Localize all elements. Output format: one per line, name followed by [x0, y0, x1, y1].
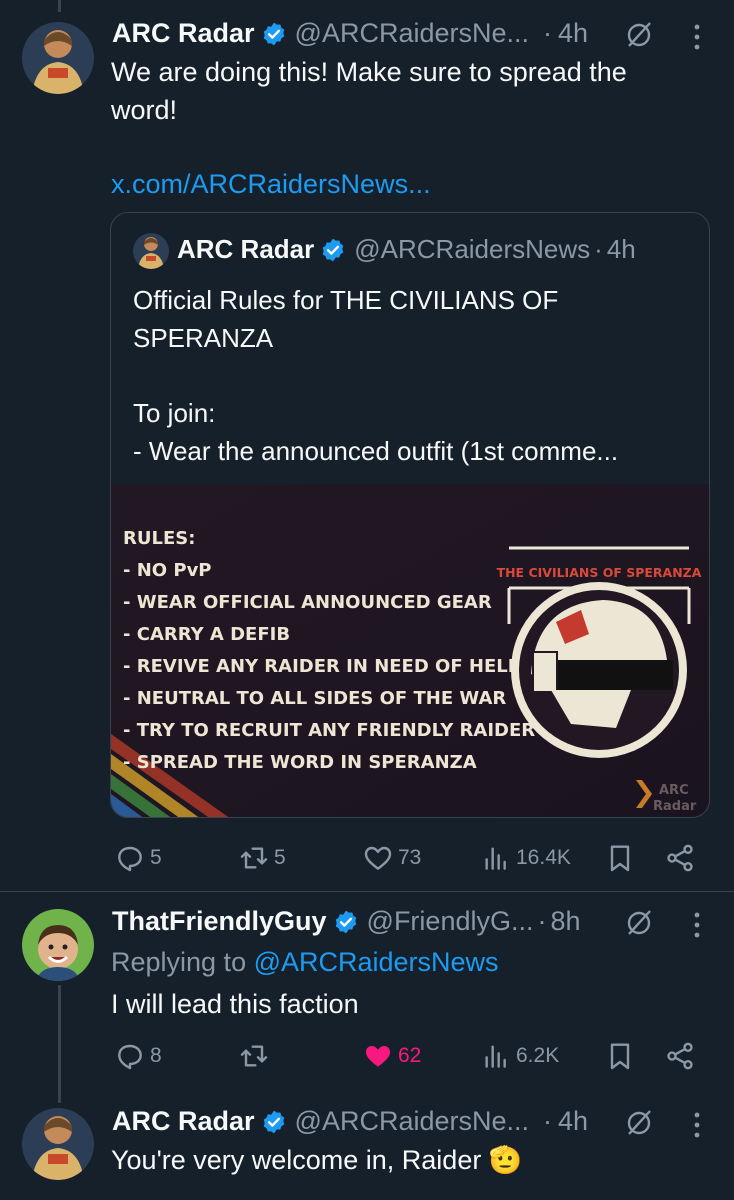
emblem-banner: THE CIVILIANS OF SPERANZA: [497, 565, 702, 580]
repost-count: 5: [274, 846, 286, 869]
view-count: 16.4K: [516, 846, 571, 869]
quote-display-name: ARC Radar: [177, 234, 315, 264]
timestamp[interactable]: 4h: [558, 18, 588, 49]
reply-icon: [118, 846, 142, 872]
timestamp[interactable]: 8h: [550, 906, 580, 937]
tweet-text: I will lead this faction: [111, 989, 359, 1019]
quote-text-line4: - Wear the announced outfit (1st comme..…: [133, 436, 619, 466]
reply-count: 5: [150, 846, 162, 869]
more-options-icon[interactable]: [692, 910, 702, 940]
display-name[interactable]: ThatFriendlyGuy: [112, 906, 327, 937]
user-handle[interactable]: @ARCRaidersNe...: [295, 18, 529, 49]
quote-text-line1: Official Rules for THE CIVILIANS OF: [133, 285, 559, 315]
repost-icon: [240, 1045, 268, 1067]
reply-count: 8: [150, 1044, 162, 1067]
tweet-actions: 8 62 6.2K: [0, 1036, 734, 1076]
rule-item: - SPREAD THE WORD IN SPERANZA: [123, 752, 477, 773]
tweet-divider: [0, 891, 734, 892]
like-count: 73: [398, 846, 422, 869]
separator-dot: ·: [594, 234, 603, 264]
grok-icon[interactable]: [624, 908, 654, 938]
reply-icon: [118, 1044, 142, 1070]
heart-icon: [364, 846, 392, 870]
verified-badge-icon: [335, 910, 356, 933]
reply-button[interactable]: 8: [114, 1040, 162, 1072]
tweet-header: ARC Radar @ARCRaidersNe... · 4h: [112, 1106, 588, 1137]
verified-badge-icon: [322, 238, 344, 261]
timestamp[interactable]: 4h: [558, 1106, 588, 1137]
bookmark-icon[interactable]: [604, 1040, 636, 1072]
verified-badge-icon: [263, 22, 284, 45]
tweet-header: ARC Radar @ARCRaidersNe... · 4h: [112, 18, 588, 49]
verified-badge-icon: [263, 1110, 284, 1133]
separator-dot: ·: [537, 906, 547, 936]
more-options-icon[interactable]: [692, 22, 702, 52]
rules-title: RULES:: [123, 528, 195, 549]
display-name[interactable]: ARC Radar: [112, 1106, 255, 1137]
grok-icon[interactable]: [624, 1108, 654, 1138]
more-options-icon[interactable]: [692, 1110, 702, 1140]
views-button[interactable]: 6.2K: [480, 1040, 559, 1072]
tweet-text: You're very welcome in, Raider 🫡: [111, 1141, 522, 1179]
quote-user-handle: @ARCRaidersNews: [354, 234, 591, 264]
separator-dot: ·: [543, 1106, 553, 1136]
views-icon: [485, 847, 506, 870]
like-button[interactable]: 73: [362, 842, 421, 874]
replying-to-handle[interactable]: @ARCRaidersNews: [254, 947, 499, 977]
tweet-text-content: You're very welcome in, Raider: [111, 1145, 482, 1175]
rule-item: - TRY TO RECRUIT ANY FRIENDLY RAIDER: [123, 720, 535, 741]
views-button[interactable]: 16.4K: [480, 842, 571, 874]
tweet-header: ThatFriendlyGuy @FriendlyG... · 8h: [112, 906, 581, 937]
views-icon: [485, 1045, 506, 1068]
view-count: 6.2K: [516, 1044, 560, 1067]
tweet-actions: 5 5 73 16.4K: [0, 838, 734, 878]
rule-item: - NO PvP: [123, 560, 212, 581]
avatar[interactable]: [22, 909, 94, 981]
quote-timestamp: 4h: [606, 234, 636, 264]
quoted-tweet-card[interactable]: ARC Radar @ARCRaidersNews · 4h Official …: [110, 212, 710, 818]
quote-text-line3: To join:: [133, 398, 216, 428]
quote-media-image[interactable]: RULES: - NO PvP - WEAR OFFICIAL ANNOUNCE…: [111, 484, 710, 818]
replying-to: Replying to @ARCRaidersNews: [111, 943, 499, 981]
salute-emoji-icon: 🫡: [488, 1145, 523, 1175]
user-handle[interactable]: @ARCRaidersNe...: [295, 1106, 529, 1137]
repost-icon: [240, 847, 268, 869]
thread-line-top: [58, 0, 61, 12]
share-icon[interactable]: [664, 1040, 696, 1072]
quote-avatar[interactable]: [133, 233, 169, 269]
tweet-link[interactable]: x.com/ARCRaidersNews...: [111, 165, 431, 203]
avatar[interactable]: [22, 1108, 94, 1180]
quote-header: ARC Radar @ARCRaidersNews · 4h: [177, 234, 636, 265]
rule-item: - REVIVE ANY RAIDER IN NEED OF HELP: [123, 656, 521, 677]
like-button[interactable]: 62: [362, 1040, 421, 1072]
quote-text-line2: SPERANZA: [133, 323, 274, 353]
share-icon[interactable]: [664, 842, 696, 874]
reply-button[interactable]: 5: [114, 842, 162, 874]
user-handle[interactable]: @FriendlyG...: [367, 906, 534, 937]
rule-item: - CARRY A DEFIB: [123, 624, 290, 645]
separator-dot: ·: [543, 18, 553, 48]
rule-item: - NEUTRAL TO ALL SIDES OF THE WAR: [123, 688, 506, 709]
heart-filled-icon: [366, 1046, 390, 1067]
watermark-radar: Radar: [653, 799, 697, 814]
bookmark-icon[interactable]: [604, 842, 636, 874]
watermark-arc: ARC: [659, 783, 689, 798]
grok-icon[interactable]: [624, 20, 654, 50]
tweet-text: We are doing this! Make sure to spread t…: [111, 57, 627, 125]
rule-item: - WEAR OFFICIAL ANNOUNCED GEAR: [123, 592, 492, 613]
repost-button[interactable]: [238, 1040, 274, 1072]
avatar[interactable]: [22, 22, 94, 94]
display-name[interactable]: ARC Radar: [112, 18, 255, 49]
like-count: 62: [398, 1044, 422, 1067]
replying-prefix: Replying to: [111, 947, 254, 977]
repost-button[interactable]: 5: [238, 842, 286, 874]
